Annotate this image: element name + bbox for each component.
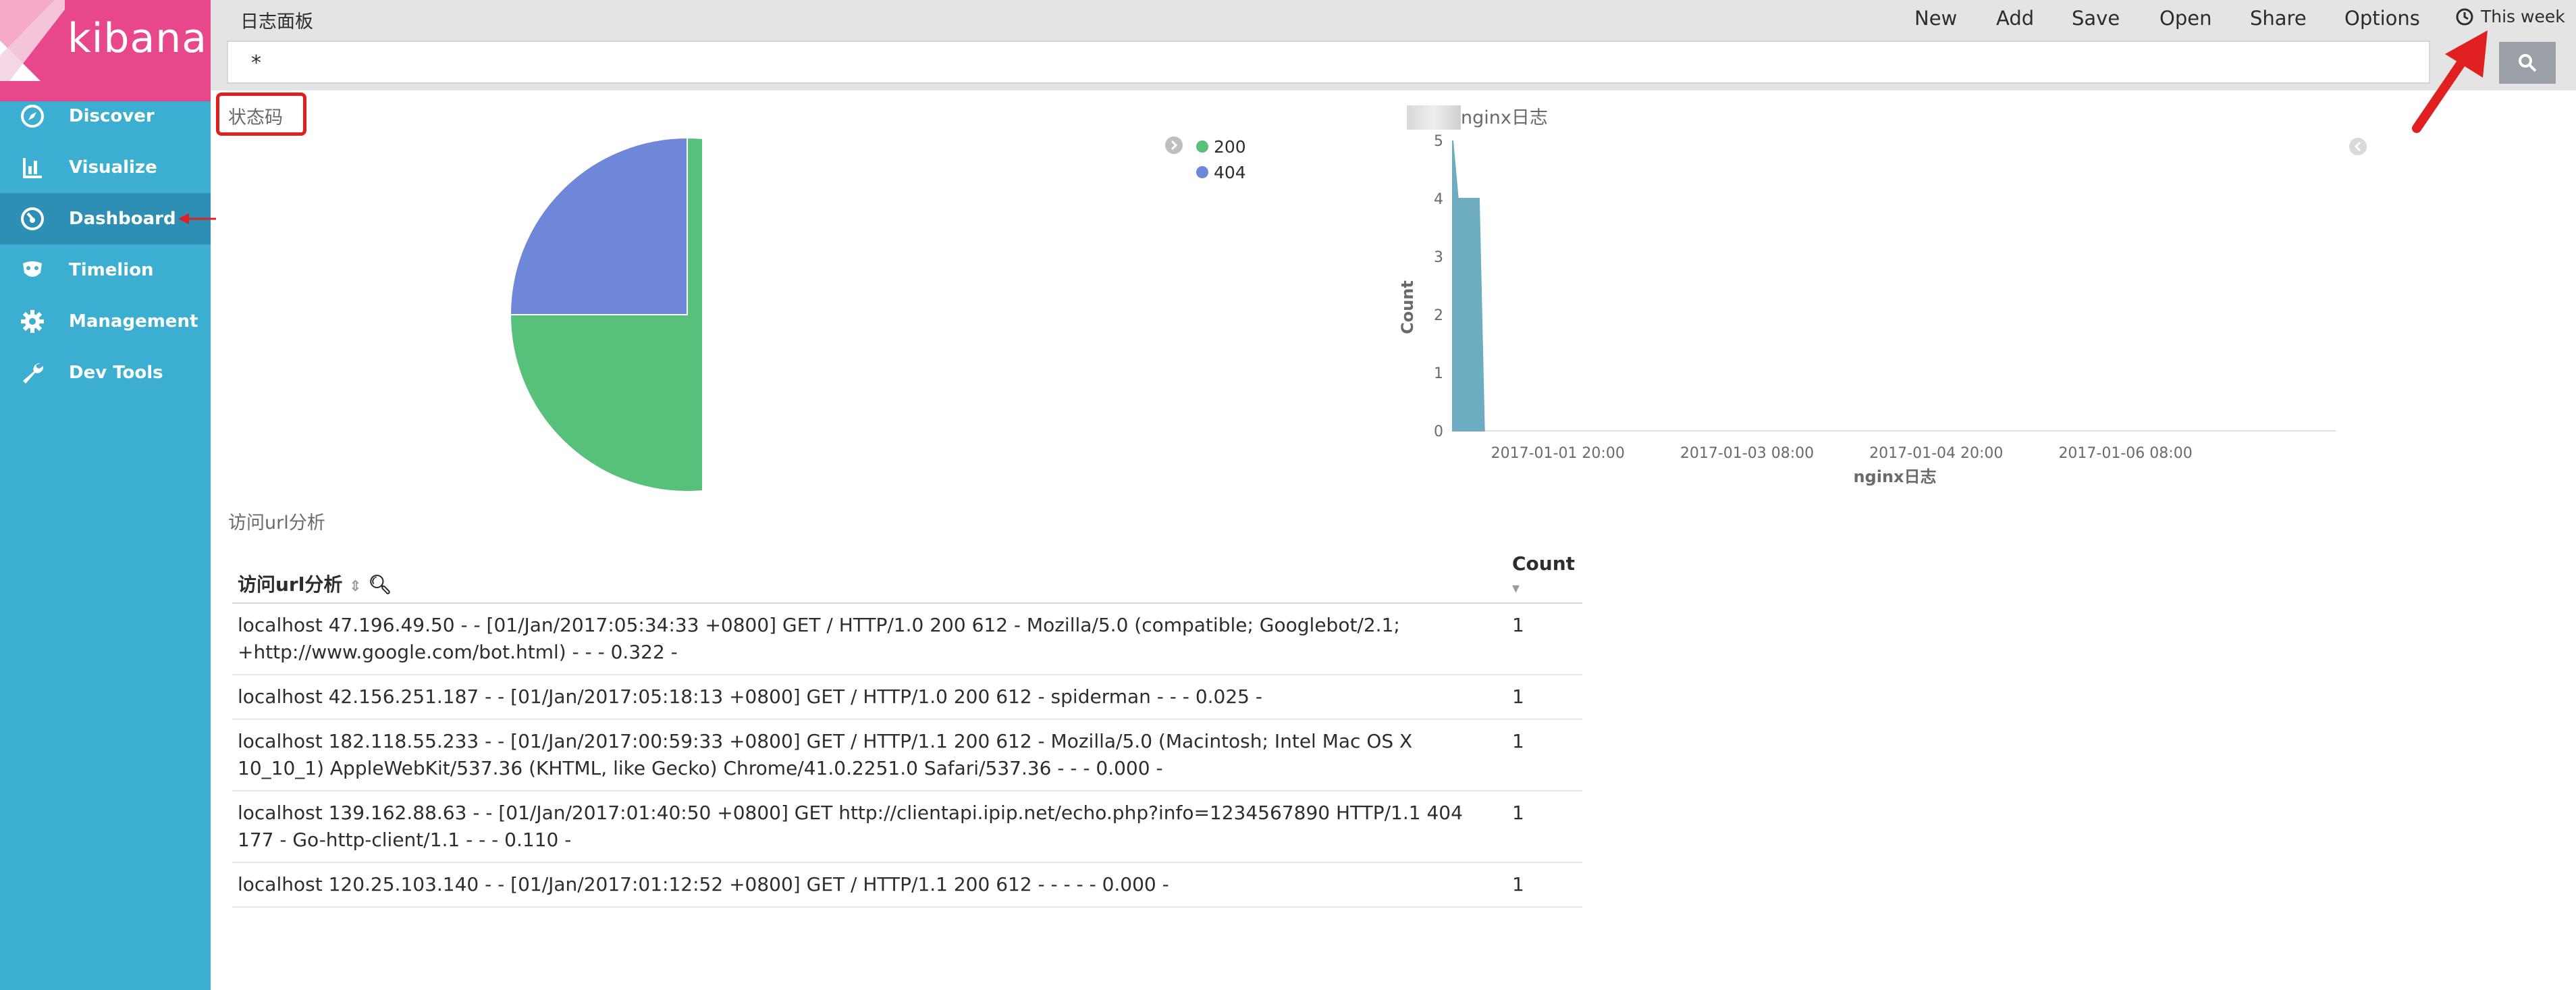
legend-item-200[interactable]: 200 xyxy=(1196,134,1246,159)
query-bar: * xyxy=(211,39,2576,90)
time-range-label: This week xyxy=(2481,7,2565,26)
row-message: localhost 47.196.49.50 - - [01/Jan/2017:… xyxy=(232,603,1507,675)
row-count: 1 xyxy=(1507,603,1582,675)
sidebar-item-label: Visualize xyxy=(69,157,157,178)
sidebar-item-timelion[interactable]: Timelion xyxy=(0,244,211,296)
sidebar-item-label: Dashboard xyxy=(69,209,176,229)
column-header-label: 访问url分析 xyxy=(238,573,343,596)
annotation-arrow-left xyxy=(178,213,216,224)
page-title: 日志面板 xyxy=(240,11,313,32)
sidebar: kibana Discover Visualize Dashboard Time… xyxy=(0,0,216,990)
sidebar-item-label: Timelion xyxy=(69,260,154,280)
y-tick-label: 1 xyxy=(1434,365,1443,382)
search-icon xyxy=(2519,54,2537,72)
legend-label: 404 xyxy=(1214,162,1246,182)
row-message: localhost 182.118.55.233 - - [01/Jan/201… xyxy=(232,719,1507,791)
sidebar-item-discover[interactable]: Discover xyxy=(0,90,211,142)
sort-icon[interactable]: ⇕ xyxy=(349,578,361,595)
legend-toggle-icon[interactable] xyxy=(2348,136,2368,157)
column-header-message[interactable]: 访问url分析 ⇕ 🔍︎ xyxy=(232,547,1507,604)
kibana-logo[interactable]: kibana xyxy=(0,0,211,101)
search-input[interactable]: * xyxy=(227,41,2430,84)
time-picker[interactable]: This week xyxy=(2455,7,2565,26)
row-count: 1 xyxy=(1507,675,1582,720)
y-tick-label: 0 xyxy=(1434,423,1443,440)
sidebar-item-dev-tools[interactable]: Dev Tools xyxy=(0,347,211,398)
row-count: 1 xyxy=(1507,862,1582,908)
table-row: localhost 47.196.49.50 - - [01/Jan/2017:… xyxy=(232,603,1582,675)
x-tick-label: 2017-01-03 08:00 xyxy=(1680,445,1814,462)
url-analysis-table: 访问url分析 ⇕ 🔍︎ Count ▾ localhost 47.196.49… xyxy=(232,547,1582,908)
top-nav-bar: 日志面板 New Add Save Open Share Options Thi… xyxy=(211,0,2576,39)
sidebar-item-visualize[interactable]: Visualize xyxy=(0,142,211,193)
share-button[interactable]: Share xyxy=(2250,7,2307,30)
row-count: 1 xyxy=(1507,719,1582,791)
open-button[interactable]: Open xyxy=(2159,7,2211,30)
timelion-mask-icon xyxy=(16,254,49,286)
table-row: localhost 182.118.55.233 - - [01/Jan/201… xyxy=(232,719,1582,791)
table-row: localhost 42.156.251.187 - - [01/Jan/201… xyxy=(232,675,1582,720)
histogram-area[interactable] xyxy=(1452,140,1485,432)
new-button[interactable]: New xyxy=(1914,7,1957,30)
dashboard-gauge-icon xyxy=(16,203,49,235)
histogram-chart: Count nginx日志 0 1 2 3 4 5 2017-01-01 20:00 2017… xyxy=(1398,133,2336,486)
bar-chart-icon xyxy=(16,151,49,184)
y-axis-label: Count xyxy=(1398,280,1417,334)
y-tick-label: 3 xyxy=(1434,249,1443,266)
gear-icon xyxy=(16,305,49,338)
clock-icon xyxy=(2456,8,2473,25)
pie-chart xyxy=(509,136,702,492)
legend-toggle-icon[interactable] xyxy=(1164,135,1184,155)
row-message: localhost 42.156.251.187 - - [01/Jan/201… xyxy=(232,675,1507,720)
options-button[interactable]: Options xyxy=(2344,7,2420,30)
compass-icon xyxy=(16,100,49,132)
row-count: 1 xyxy=(1507,791,1582,863)
legend-dot xyxy=(1196,140,1208,153)
table-row: localhost 120.25.103.140 - - [01/Jan/201… xyxy=(232,862,1582,908)
filter-search-icon[interactable]: 🔍︎ xyxy=(368,573,392,596)
sidebar-item-management[interactable]: Management xyxy=(0,296,211,347)
annotation-arrow-timepicker xyxy=(2412,30,2488,133)
row-message: localhost 120.25.103.140 - - [01/Jan/201… xyxy=(232,862,1507,908)
legend-label: 200 xyxy=(1214,136,1246,157)
column-header-count[interactable]: Count ▾ xyxy=(1507,547,1582,604)
x-tick-label: 2017-01-01 20:00 xyxy=(1491,445,1625,462)
x-tick-label: 2017-01-06 08:00 xyxy=(2058,445,2192,462)
legend-dot xyxy=(1196,166,1208,178)
kibana-logo-icon xyxy=(0,0,65,81)
pie-slice-404[interactable] xyxy=(509,136,688,316)
table-panel-title: 访问url分析 xyxy=(228,513,325,533)
y-tick-label: 2 xyxy=(1434,307,1443,324)
sidebar-item-label: Discover xyxy=(69,106,155,126)
column-header-label: Count xyxy=(1512,552,1576,575)
sidebar-item-label: Dev Tools xyxy=(69,363,163,383)
pie-legend: 200 404 xyxy=(1196,134,1246,185)
table-row: localhost 139.162.88.63 - - [01/Jan/2017… xyxy=(232,791,1582,863)
add-button[interactable]: Add xyxy=(1996,7,2034,30)
row-message: localhost 139.162.88.63 - - [01/Jan/2017… xyxy=(232,791,1507,863)
sidebar-item-label: Management xyxy=(69,311,198,332)
logo-text: kibana xyxy=(68,15,208,62)
x-axis-label: nginx日志 xyxy=(1853,467,1936,486)
wrench-icon xyxy=(16,357,49,389)
y-tick-label: 5 xyxy=(1434,133,1443,150)
x-tick-label: 2017-01-04 20:00 xyxy=(1869,445,2003,462)
y-tick-label: 4 xyxy=(1434,191,1443,208)
save-button[interactable]: Save xyxy=(2072,7,2120,30)
search-button[interactable] xyxy=(2499,42,2556,84)
legend-item-404[interactable]: 404 xyxy=(1196,159,1246,185)
annotation-highlight-box xyxy=(216,93,306,136)
sort-down-icon[interactable]: ▾ xyxy=(1512,580,1577,597)
